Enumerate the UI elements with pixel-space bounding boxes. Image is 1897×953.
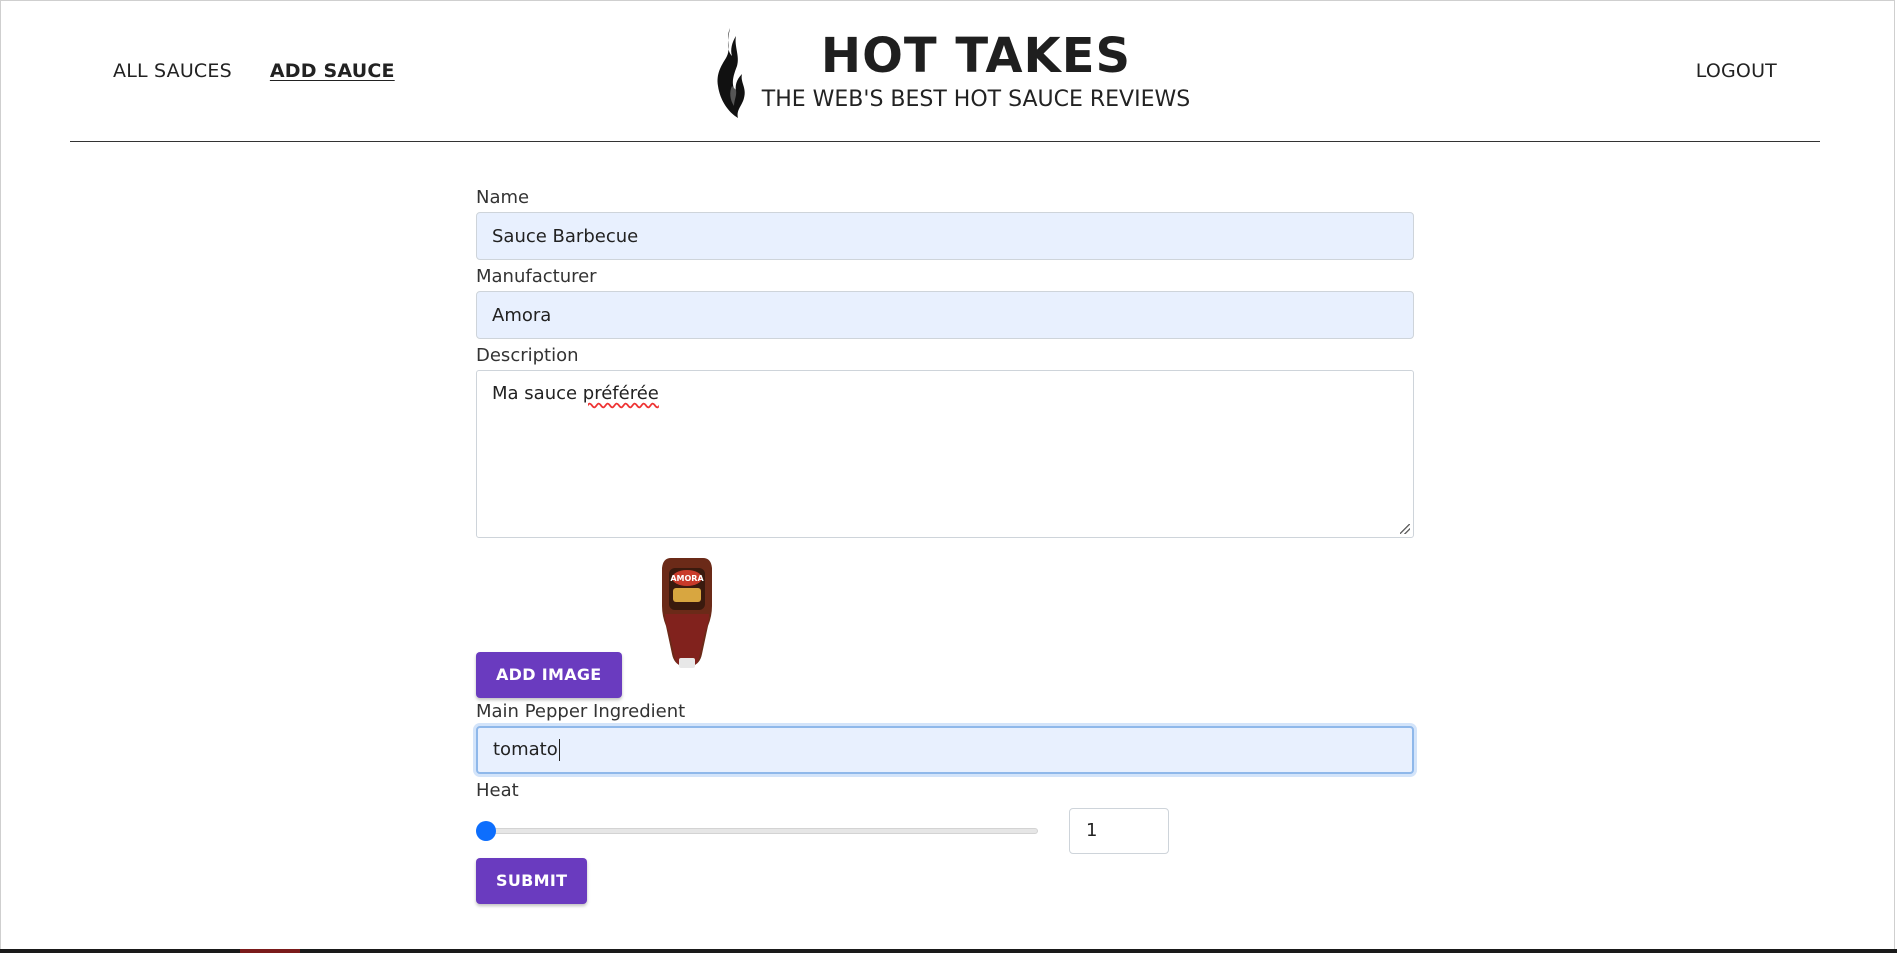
site-title: HOT TAKES: [820, 28, 1132, 84]
heat-slider-track: [476, 827, 1038, 834]
description-text: Ma sauce: [492, 383, 583, 404]
bottom-border: [0, 949, 1897, 953]
nav-all-sauces[interactable]: ALL SAUCES: [113, 60, 232, 82]
heat-number-value: 1: [1086, 820, 1098, 841]
text-caret: [558, 738, 560, 761]
description-misspelled-word: préférée: [582, 383, 659, 404]
manufacturer-input-value: Amora: [492, 304, 552, 326]
header-divider: [70, 141, 1820, 142]
flame-icon: [717, 28, 745, 118]
main-pepper-label: Main Pepper Ingredient: [476, 700, 686, 722]
logout-link[interactable]: LOGOUT: [1696, 60, 1777, 82]
main-pepper-input-value: tomato: [493, 739, 558, 760]
heat-number-input[interactable]: 1: [1069, 807, 1169, 854]
nav-add-sauce[interactable]: ADD SAUCE: [270, 60, 395, 82]
description-textarea[interactable]: Ma sauce préférée: [476, 370, 1414, 538]
description-label: Description: [476, 345, 579, 366]
heat-slider-thumb[interactable]: [476, 820, 496, 841]
svg-text:AMORA: AMORA: [670, 574, 704, 583]
add-image-button[interactable]: ADD IMAGE: [476, 651, 622, 698]
site-subtitle: THE WEB'S BEST HOT SAUCE REVIEWS: [761, 87, 1191, 112]
sauce-form: Name Sauce Barbecue Manufacturer Amora D…: [476, 184, 1414, 904]
submit-button[interactable]: SUBMIT: [476, 857, 588, 904]
manufacturer-label: Manufacturer: [476, 266, 597, 287]
brand: HOT TAKES THE WEB'S BEST HOT SAUCE REVIE…: [712, 22, 1192, 122]
resize-handle-icon[interactable]: [1400, 524, 1410, 534]
manufacturer-input[interactable]: Amora: [476, 291, 1414, 339]
name-input[interactable]: Sauce Barbecue: [476, 212, 1414, 260]
name-label: Name: [476, 187, 530, 208]
heat-row: 1: [476, 805, 1414, 857]
heat-label: Heat: [476, 779, 519, 801]
main-pepper-input[interactable]: tomato: [476, 725, 1414, 774]
heat-slider[interactable]: [476, 820, 1038, 841]
sauce-bottle-image: AMORA: [661, 558, 712, 668]
main-nav: ALL SAUCES ADD SAUCE: [113, 60, 395, 82]
name-input-value: Sauce Barbecue: [492, 225, 639, 247]
